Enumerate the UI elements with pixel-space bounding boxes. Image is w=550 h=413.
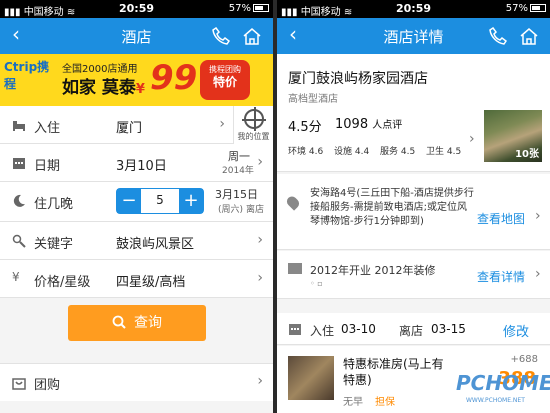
home-icon[interactable] — [242, 27, 262, 45]
search-button[interactable]: 查询 — [68, 305, 206, 341]
hygiene-score: 卫生 4.5 — [426, 147, 462, 157]
hotel-score: 4.5分 — [288, 120, 322, 135]
chevron-right-icon: › — [257, 270, 263, 286]
group-buy-label: 团购 — [34, 378, 61, 393]
pchome-watermark: PCHOME WWW.PCHOME.NET — [456, 371, 550, 404]
battery-icon — [253, 4, 269, 12]
review-count: 1098 人点评 — [335, 117, 403, 132]
banner-price: 99 — [150, 58, 198, 98]
nights-label: 住几晚 — [34, 197, 74, 212]
keyword-value: 鼓浪屿风景区 — [116, 237, 195, 252]
nights-value: 5 — [156, 193, 164, 207]
checkout-weekday: (周六) — [218, 205, 244, 215]
wifi-parking-icons: ◦ ▫ — [310, 279, 323, 288]
stay-checkout-label: 离店 — [399, 324, 424, 338]
yen-icon: ¥ — [12, 270, 20, 284]
my-location-button[interactable]: 我的位置 — [233, 106, 273, 144]
modify-dates-button[interactable]: 修改 — [503, 321, 529, 340]
keyword-search-icon — [12, 234, 26, 248]
hotel-address: 安海路4号(三丘田下船-酒店提供步行接船服务-需提前致电酒店;或定位风琴博物馆-… — [310, 188, 474, 227]
room-name: 特惠标准房(马上有特惠) — [343, 357, 444, 387]
phone-icon[interactable] — [489, 27, 507, 45]
bed-icon — [13, 121, 25, 131]
date-label: 日期 — [34, 159, 61, 174]
banner-line2: 如家 莫泰¥ — [62, 78, 145, 98]
screenshot: ▮▮▮ 中国移动 ≋ 20:59 57% ‹ 酒店 Ctrip携程 全国2000… — [0, 0, 550, 413]
hotel-search-screen: ▮▮▮ 中国移动 ≋ 20:59 57% ‹ 酒店 Ctrip携程 全国2000… — [0, 0, 273, 413]
service-score: 服务 4.5 — [380, 147, 416, 157]
chevron-right-icon: › — [257, 232, 263, 248]
building-icon — [288, 263, 302, 274]
search-icon — [112, 315, 126, 329]
view-details-link[interactable]: 查看详情 — [477, 268, 525, 285]
room-price-old: +688 — [510, 354, 538, 365]
env-score: 环境 4.6 — [288, 147, 324, 157]
checkout-label: 离店 — [246, 205, 265, 215]
crosshair-icon — [242, 107, 266, 131]
my-location-label: 我的位置 — [237, 132, 270, 141]
status-bar: ▮▮▮ 中国移动 ≋ 20:59 57% — [0, 0, 273, 18]
hotel-photo[interactable]: 10张 — [484, 110, 542, 162]
nights-row: 住几晚 − 5 + 3月15日 (周六) 离店 — [0, 182, 273, 222]
chevron-right-icon: › — [535, 266, 541, 282]
chevron-right-icon: › — [469, 131, 475, 147]
checkout-date: 3月15日 — [215, 188, 258, 201]
increment-button[interactable]: + — [179, 189, 203, 213]
nights-stepper: − 5 + — [116, 188, 204, 214]
banner-badge: 携程团购 特价 — [200, 60, 250, 100]
city-value: 厦门 — [116, 121, 143, 136]
price-star-row[interactable]: ¥ 价格/星级 四星级/高档 › — [0, 260, 273, 298]
chevron-right-icon: › — [257, 373, 263, 389]
year-label: 2014年 — [222, 166, 254, 176]
hotel-summary-card[interactable]: 厦门鼓浪屿杨家园酒店 高档型酒店 4.5分 1098 人点评 环境 4.6 设施… — [277, 54, 550, 172]
date-row[interactable]: 日期 3月10日 周一 2014年 › — [0, 144, 273, 182]
battery-icon — [530, 4, 546, 12]
hotel-type: 高档型酒店 — [288, 94, 338, 105]
keyword-label: 关键字 — [34, 237, 74, 252]
room-guarantee: 担保 — [375, 397, 395, 408]
date-value: 3月10日 — [116, 159, 167, 174]
calendar-icon — [289, 324, 301, 335]
nav-bar: ‹ 酒店详情 — [277, 18, 550, 54]
stay-dates-bar: 入住 03-10 离店 03-15 修改 — [277, 313, 550, 345]
moon-icon — [13, 194, 25, 207]
checkin-city-row[interactable]: 入住 厦门 › 我的位置 — [0, 106, 273, 144]
chevron-right-icon: › — [535, 208, 541, 224]
photo-count: 10张 — [515, 149, 539, 160]
checkin-label: 入住 — [34, 121, 61, 136]
view-map-link[interactable]: 查看地图 — [477, 210, 525, 227]
nav-bar: ‹ 酒店 — [0, 18, 273, 54]
chevron-right-icon: › — [257, 154, 263, 170]
calendar-icon — [13, 158, 25, 169]
battery-indicator: 57% — [506, 3, 546, 14]
page-title: 酒店 — [121, 28, 152, 46]
ctrip-logo: Ctrip携程 — [4, 60, 50, 91]
room-photo — [288, 356, 334, 400]
hotel-detail-screen: ▮▮▮ 中国移动 ≋ 20:59 57% ‹ 酒店详情 厦门鼓浪屿杨家园酒店 高… — [277, 0, 550, 413]
battery-indicator: 57% — [229, 3, 269, 14]
stay-checkin-label: 入住 — [310, 324, 335, 338]
price-value: 四星级/高档 — [116, 275, 186, 290]
page-title: 酒店详情 — [383, 28, 444, 46]
decrement-button[interactable]: − — [117, 189, 141, 213]
stay-checkin-date: 03-10 — [341, 322, 376, 336]
price-label: 价格/星级 — [34, 275, 91, 290]
opening-info: 2012年开业 2012年装修 — [310, 264, 436, 277]
keyword-row[interactable]: 关键字 鼓浪屿风景区 › — [0, 222, 273, 260]
stay-checkout-date: 03-15 — [431, 322, 466, 336]
status-bar: ▮▮▮ 中国移动 ≋ 20:59 57% — [277, 0, 550, 18]
facility-score: 设施 4.4 — [334, 147, 370, 157]
bag-icon — [12, 378, 26, 390]
weekday-label: 周一 — [228, 150, 250, 163]
hotel-name: 厦门鼓浪屿杨家园酒店 — [288, 71, 428, 87]
home-icon[interactable] — [519, 27, 539, 45]
phone-icon[interactable] — [212, 27, 230, 45]
group-buy-row[interactable]: 团购 › — [0, 363, 273, 401]
promo-banner[interactable]: Ctrip携程 全国2000店通用 如家 莫泰¥ 99 携程团购 特价 — [0, 54, 273, 106]
chevron-right-icon: › — [219, 116, 225, 132]
room-breakfast: 无早 — [343, 397, 363, 408]
